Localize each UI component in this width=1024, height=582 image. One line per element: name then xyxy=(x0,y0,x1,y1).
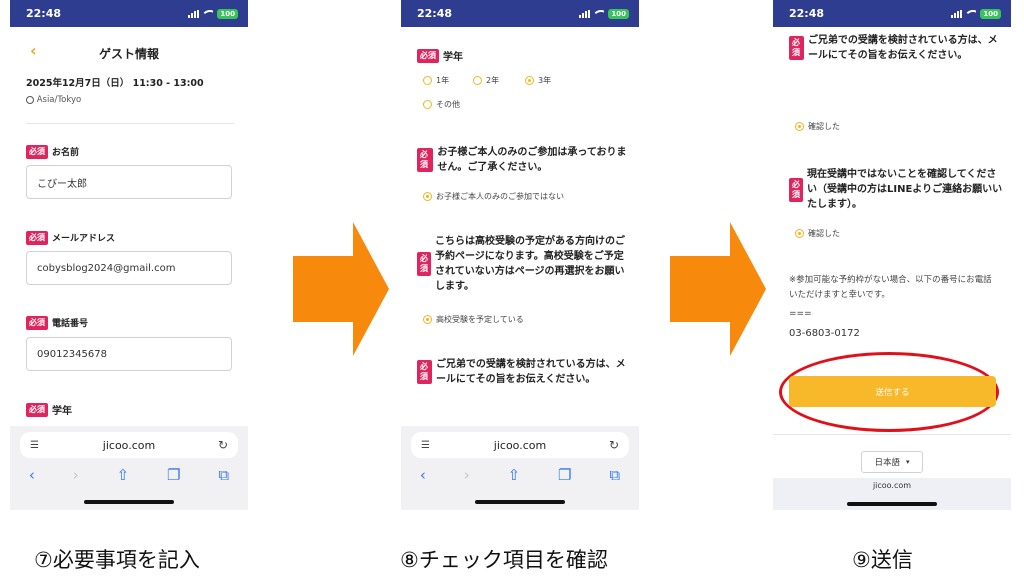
divider xyxy=(773,434,1011,435)
back-icon[interactable]: ‹ xyxy=(420,466,426,484)
arrow-right-icon xyxy=(670,222,766,356)
email-input[interactable]: cobysblog2024@gmail.com xyxy=(26,251,232,285)
tabs-icon[interactable]: ⧉ xyxy=(609,466,620,484)
reload-icon[interactable]: ↻ xyxy=(218,438,228,452)
wifi-icon xyxy=(203,9,214,18)
reader-icon[interactable]: ☰ xyxy=(421,440,430,451)
question-siblings: 必須 ご兄弟での受講を検討されている方は、メールにてその旨をお伝えください。 xyxy=(789,33,1003,63)
signal-icon xyxy=(951,9,963,18)
radio-grade-3[interactable]: 3年 xyxy=(525,75,551,86)
radio-grade-other[interactable]: その他 xyxy=(423,99,460,110)
divider xyxy=(26,123,234,124)
address-bar[interactable]: ☰ jicoo.com ↻ xyxy=(20,432,238,458)
chevron-down-icon: ▾ xyxy=(906,458,910,466)
field-label: 学年 xyxy=(443,52,463,63)
signal-icon xyxy=(579,9,591,18)
status-time: 22:48 xyxy=(789,7,825,20)
status-bar: 22:48 100 xyxy=(10,0,248,27)
caption-step-8: ⑧チェック項目を確認 xyxy=(400,548,608,572)
radio-grade-2[interactable]: 2年 xyxy=(473,75,499,86)
separator-text: === xyxy=(789,309,812,319)
timezone: Asia/Tokyo xyxy=(36,95,82,105)
checkbox-answer-1[interactable]: お子様ご本人のみのご参加ではない xyxy=(423,191,564,202)
required-badge: 必須 xyxy=(417,252,431,276)
checkbox-confirmed-2[interactable]: 確認した xyxy=(795,228,840,239)
radio-grade-1[interactable]: 1年 xyxy=(423,75,449,86)
signal-icon xyxy=(188,9,200,18)
reload-icon[interactable]: ↻ xyxy=(609,438,619,452)
status-bar: 22:48 100 xyxy=(773,0,1011,27)
forward-icon[interactable]: › xyxy=(464,466,470,484)
checkbox-answer-2[interactable]: 高校受験を予定している xyxy=(423,314,524,325)
bookmarks-icon[interactable]: ❐ xyxy=(558,466,571,484)
question-1: 必須 お子様ご本人のみのご参加は承っておりません。ご了承ください。 xyxy=(417,145,631,175)
phone-input[interactable]: 09012345678 xyxy=(26,337,232,371)
caption-step-9: ⑨送信 xyxy=(852,548,913,572)
phone-screen-submit: 22:48 100 必須 ご兄弟での受講を検討されている方は、メールにてその旨を… xyxy=(773,0,1011,510)
phone-screen-checklist: 22:48 100 必須 学年 1年 2年 3年 その他 必須 お子様ご本人のみの… xyxy=(401,0,639,510)
checkbox-confirmed-1[interactable]: 確認した xyxy=(795,121,840,132)
required-badge: 必須 xyxy=(789,177,803,202)
status-bar: 22:48 100 xyxy=(401,0,639,27)
required-badge: 必須 xyxy=(417,148,434,172)
required-badge: 必須 xyxy=(26,315,48,330)
submit-button[interactable]: 送信する xyxy=(789,376,996,407)
share-icon[interactable]: ⇧ xyxy=(508,466,521,484)
arrow-right-icon xyxy=(293,222,389,356)
required-badge: 必須 xyxy=(417,360,432,384)
field-label: メールアドレス xyxy=(52,234,116,244)
wifi-icon xyxy=(594,9,605,18)
forward-icon[interactable]: › xyxy=(73,466,79,484)
browser-toolbar: ☰ jicoo.com ↻ ‹ › ⇧ ❐ ⧉ xyxy=(401,426,639,510)
caption-step-7: ⑦必要事項を記入 xyxy=(34,548,200,572)
contact-phone: 03-6803-0172 xyxy=(789,328,860,339)
status-time: 22:48 xyxy=(417,7,453,20)
footer: jicoo.com xyxy=(773,478,1011,510)
required-badge: 必須 xyxy=(26,144,48,159)
question-not-enrolled: 必須 現在受講中ではないことを確認してください（受講中の方はLINEよりご連絡お… xyxy=(789,167,1003,212)
question-2: 必須 こちらは高校受験の予定がある方向けのご予約ページになります。高校受験をご予… xyxy=(417,234,631,294)
bookmarks-icon[interactable]: ❐ xyxy=(167,466,180,484)
home-indicator xyxy=(475,500,565,504)
required-badge: 必須 xyxy=(789,36,804,60)
share-icon[interactable]: ⇧ xyxy=(117,466,130,484)
clock-icon xyxy=(26,96,34,104)
field-label: お名前 xyxy=(52,148,80,158)
battery-icon: 100 xyxy=(217,8,238,19)
url-text: jicoo.com xyxy=(493,438,547,452)
field-label: 電話番号 xyxy=(52,319,89,329)
contact-note: ※参加可能な予約枠がない場合、以下の番号にお電話いただけますと幸いです。 xyxy=(789,275,992,300)
reader-icon[interactable]: ☰ xyxy=(30,440,39,451)
battery-icon: 100 xyxy=(608,8,629,19)
question-3: 必須 ご兄弟での受講を検討されている方は、メールにてその旨をお伝えください。 xyxy=(417,357,631,387)
battery-icon: 100 xyxy=(980,8,1001,19)
required-badge: 必須 xyxy=(417,48,439,63)
home-indicator xyxy=(847,502,937,506)
wifi-icon xyxy=(966,9,977,18)
booking-datetime: 2025年12月7日（日） 11:30 - 13:00 xyxy=(26,78,204,89)
home-indicator xyxy=(84,500,174,504)
phone-screen-guest-info: 22:48 100 ‹ ゲスト情報 2025年12月7日（日） 11:30 - … xyxy=(10,0,248,510)
address-bar[interactable]: ☰ jicoo.com ↻ xyxy=(411,432,629,458)
required-badge: 必須 xyxy=(26,230,48,245)
status-time: 22:48 xyxy=(26,7,62,20)
required-badge: 必須 xyxy=(26,402,48,417)
name-input[interactable]: こびー太郎 xyxy=(26,165,232,199)
footer-url: jicoo.com xyxy=(872,481,912,490)
language-select[interactable]: 日本語 ▾ xyxy=(861,451,923,473)
back-icon[interactable]: ‹ xyxy=(29,466,35,484)
field-label: 学年 xyxy=(52,406,72,417)
browser-toolbar: ☰ jicoo.com ↻ ‹ › ⇧ ❐ ⧉ xyxy=(10,426,248,510)
page-title: ゲスト情報 xyxy=(98,47,159,61)
tabs-icon[interactable]: ⧉ xyxy=(218,466,229,484)
url-text: jicoo.com xyxy=(102,438,156,452)
